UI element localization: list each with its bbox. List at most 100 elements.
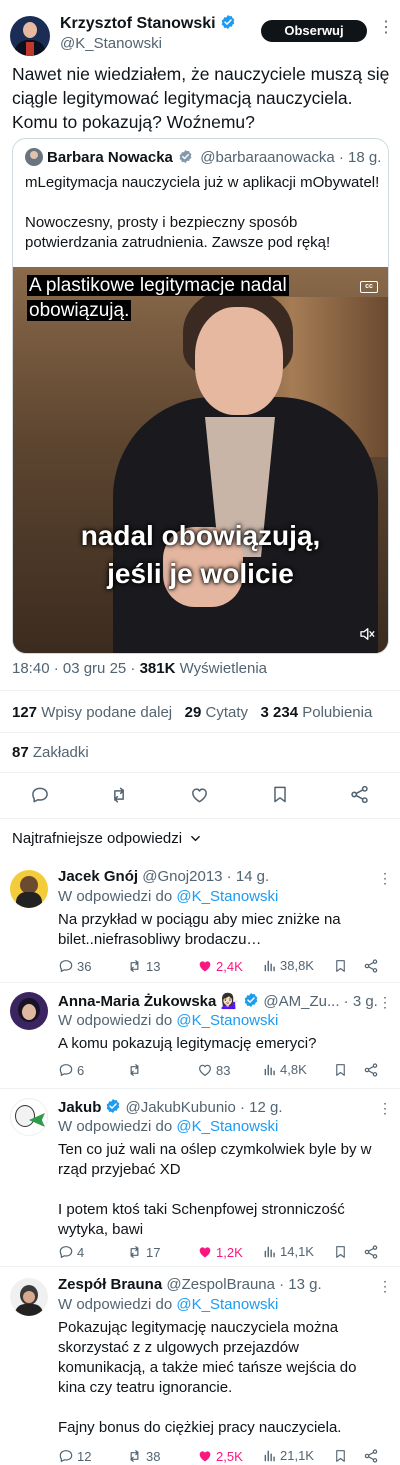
reply-bookmark-button[interactable] bbox=[333, 958, 348, 974]
quoted-author-name: Barbara Nowacka bbox=[47, 149, 173, 166]
mute-icon[interactable] bbox=[358, 625, 376, 643]
closed-captions-icon[interactable]: cc bbox=[360, 281, 378, 293]
reply-reply-button[interactable]: 4 bbox=[58, 1244, 84, 1260]
reply-author-line: Anna-Maria Żukowska 💁🏻‍♀️ @AM_Zu... · 3 … bbox=[58, 992, 378, 1010]
reply-views-button[interactable]: 21,1K bbox=[263, 1448, 314, 1463]
author-name[interactable]: Krzysztof Stanowski bbox=[60, 14, 236, 33]
share-icon bbox=[364, 959, 378, 973]
reply-item[interactable]: Anna-Maria Żukowska 💁🏻‍♀️ @AM_Zu... · 3 … bbox=[0, 982, 400, 1088]
reply-to-prefix: W odpowiedzi do bbox=[58, 1118, 173, 1135]
reply-author-line: Jakub @JakubKubunio · 12 g. bbox=[58, 1098, 283, 1116]
reply-icon bbox=[59, 1450, 73, 1462]
reply-share-button[interactable] bbox=[363, 1448, 379, 1464]
divider bbox=[0, 772, 400, 773]
views-bar-chart-icon bbox=[264, 1246, 275, 1257]
reply-like-button[interactable]: 2,4K bbox=[197, 958, 243, 974]
reply-like-button[interactable]: 83 bbox=[197, 1062, 230, 1078]
bookmark-icon[interactable] bbox=[270, 784, 290, 805]
likes-count: 3 234 bbox=[260, 704, 299, 721]
quotes-stat[interactable]: 29 Cytaty bbox=[185, 704, 248, 721]
reply-share-button[interactable] bbox=[363, 1062, 379, 1078]
video-caption-top-text: A plastikowe legitymacje nadal obowiązuj… bbox=[27, 275, 289, 321]
reply-item[interactable]: Zespół Brauna @ZespolBrauna · 13 g. ⋮ W … bbox=[0, 1266, 400, 1465]
share-icon[interactable] bbox=[349, 784, 370, 805]
reply-avatar[interactable] bbox=[10, 1098, 48, 1136]
reply-icon[interactable] bbox=[30, 785, 50, 805]
verified-badge-icon bbox=[107, 1099, 120, 1113]
reply-text-paragraph-1: Pokazując legitymację nauczyciela można … bbox=[58, 1319, 357, 1396]
reply-share-button[interactable] bbox=[363, 1244, 379, 1260]
reply-avatar[interactable] bbox=[10, 992, 48, 1030]
quoted-tweet-text: mLegitymacja nauczyciela już w aplikacji… bbox=[25, 173, 380, 253]
reply-author-handle[interactable]: @AM_Zu... · 3 g. bbox=[263, 993, 377, 1010]
reply-avatar[interactable] bbox=[10, 870, 48, 908]
reply-to-mention[interactable]: @K_Stanowski bbox=[176, 1118, 278, 1135]
reply-to-mention[interactable]: @K_Stanowski bbox=[176, 1012, 278, 1029]
tweet-text: Nawet nie wiedziałem, że nauczyciele mus… bbox=[12, 64, 390, 132]
reply-repost-button[interactable]: 13 bbox=[126, 958, 160, 974]
reply-text: Ten co już wali na oślep czymkolwiek byl… bbox=[58, 1140, 388, 1240]
reply-repost-button[interactable]: 38 bbox=[126, 1448, 160, 1464]
reply-like-button[interactable]: 2,5K bbox=[197, 1448, 243, 1464]
more-options-icon[interactable]: ⋮ bbox=[378, 1100, 392, 1117]
quoted-tweet[interactable]: Barbara Nowacka @barbaraanowacka · 18 g.… bbox=[12, 138, 389, 654]
reply-bookmark-button[interactable] bbox=[333, 1448, 348, 1464]
more-options-icon[interactable]: ⋮ bbox=[378, 994, 392, 1011]
more-options-icon[interactable]: ⋮ bbox=[378, 1278, 392, 1295]
reply-bookmark-button[interactable] bbox=[333, 1244, 348, 1260]
repost-icon[interactable] bbox=[108, 785, 130, 805]
author-handle[interactable]: @K_Stanowski bbox=[60, 35, 162, 52]
reply-item[interactable]: Jakub @JakubKubunio · 12 g. ⋮ W odpowied… bbox=[0, 1088, 400, 1266]
reply-icon bbox=[59, 1246, 73, 1258]
reply-actions: 4 17 1,2K 14,1K bbox=[58, 1244, 388, 1262]
follow-button[interactable]: Obserwuj bbox=[261, 20, 367, 42]
reply-item[interactable]: Jacek Gnój @Gnoj2013 · 14 g. ⋮ W odpowie… bbox=[0, 858, 400, 982]
reply-views-button[interactable]: 14,1K bbox=[263, 1244, 314, 1259]
reply-like-button[interactable]: 1,2K bbox=[197, 1244, 243, 1260]
reply-share-button[interactable] bbox=[363, 958, 379, 974]
reply-repost-button[interactable] bbox=[126, 1062, 146, 1078]
reply-reply-count: 12 bbox=[77, 1448, 92, 1464]
reply-reply-count: 4 bbox=[77, 1244, 85, 1260]
share-icon bbox=[364, 1063, 378, 1077]
name-emoji: 💁🏻‍♀️ bbox=[220, 993, 240, 1010]
reply-views-button[interactable]: 38,8K bbox=[263, 958, 314, 973]
likes-stat[interactable]: 3 234 Polubienia bbox=[261, 704, 373, 721]
reply-reply-button[interactable]: 6 bbox=[58, 1062, 84, 1078]
more-options-icon[interactable]: ⋮ bbox=[378, 20, 394, 36]
bookmarks-stat[interactable]: 87 Zakładki bbox=[12, 744, 89, 761]
verified-gray-badge-icon bbox=[179, 149, 192, 164]
reply-author-name[interactable]: Jakub bbox=[58, 1099, 101, 1116]
repost-icon bbox=[130, 1450, 139, 1462]
repost-icon bbox=[130, 1064, 139, 1076]
reply-author-handle[interactable]: @JakubKubunio · 12 g. bbox=[126, 1099, 283, 1116]
reply-author-name[interactable]: Jacek Gnój bbox=[58, 868, 138, 885]
heart-filled-icon bbox=[199, 961, 211, 972]
reply-to-mention[interactable]: @K_Stanowski bbox=[176, 888, 278, 905]
reply-repost-button[interactable]: 17 bbox=[126, 1244, 160, 1260]
replies-sort-dropdown[interactable]: Najtrafniejsze odpowiedzi bbox=[12, 830, 201, 847]
more-options-icon[interactable]: ⋮ bbox=[378, 870, 392, 887]
repost-icon bbox=[130, 960, 139, 972]
reply-views-button[interactable]: 4,8K bbox=[263, 1062, 307, 1077]
author-avatar[interactable] bbox=[10, 16, 50, 56]
reply-to-mention[interactable]: @K_Stanowski bbox=[176, 1296, 278, 1313]
reply-avatar[interactable] bbox=[10, 1278, 48, 1316]
tweet-time[interactable]: 18:40 · 03 gru 25 · bbox=[12, 660, 135, 677]
quoted-author-handle: @barbaraanowacka · 18 g. bbox=[200, 149, 382, 166]
reply-repost-count: 17 bbox=[146, 1244, 161, 1260]
reply-reply-button[interactable]: 36 bbox=[58, 958, 91, 974]
reply-author-name[interactable]: Zespół Brauna bbox=[58, 1276, 162, 1293]
reposts-stat[interactable]: 127 Wpisy podane dalej bbox=[12, 704, 172, 721]
heart-filled-icon bbox=[199, 1247, 211, 1258]
like-icon[interactable] bbox=[189, 785, 210, 805]
video-player[interactable]: A plastikowe legitymacje nadal obowiązuj… bbox=[13, 267, 388, 653]
reply-like-count: 2,4K bbox=[216, 958, 243, 974]
reply-views-count: 21,1K bbox=[280, 1448, 314, 1463]
reply-author-name[interactable]: Anna-Maria Żukowska bbox=[58, 993, 216, 1010]
reposts-label: Wpisy podane dalej bbox=[41, 704, 173, 721]
reply-reply-button[interactable]: 12 bbox=[58, 1448, 91, 1464]
reply-bookmark-button[interactable] bbox=[333, 1062, 348, 1078]
reply-author-handle[interactable]: @ZespolBrauna · 13 g. bbox=[166, 1276, 321, 1293]
reply-author-handle[interactable]: @Gnoj2013 · 14 g. bbox=[142, 868, 269, 885]
